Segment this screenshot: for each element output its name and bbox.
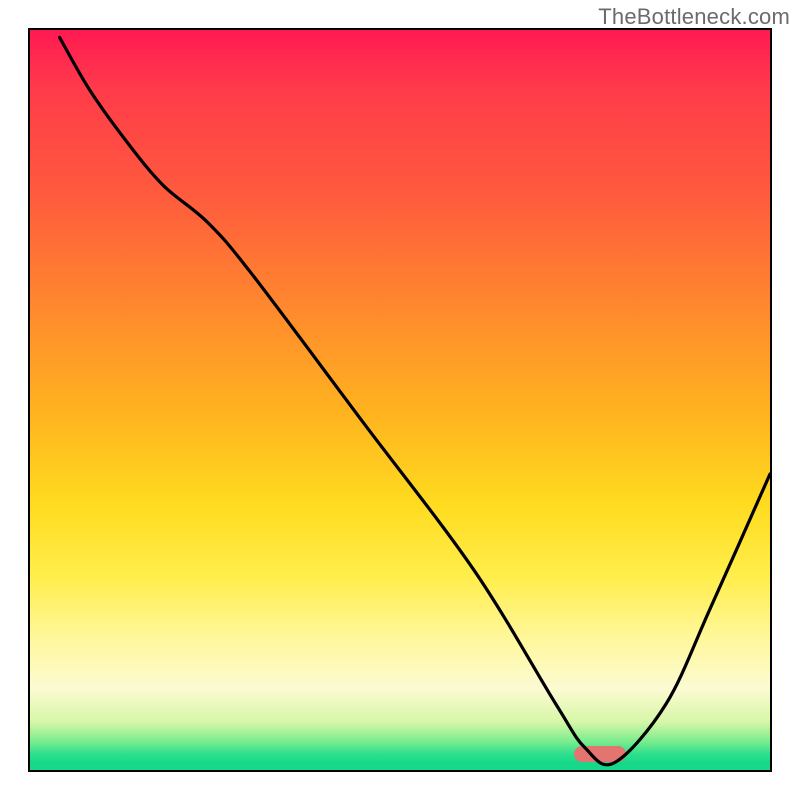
bottleneck-curve — [30, 30, 770, 770]
chart-canvas: TheBottleneck.com — [0, 0, 800, 800]
plot-area — [28, 28, 772, 772]
watermark-text: TheBottleneck.com — [598, 4, 790, 30]
